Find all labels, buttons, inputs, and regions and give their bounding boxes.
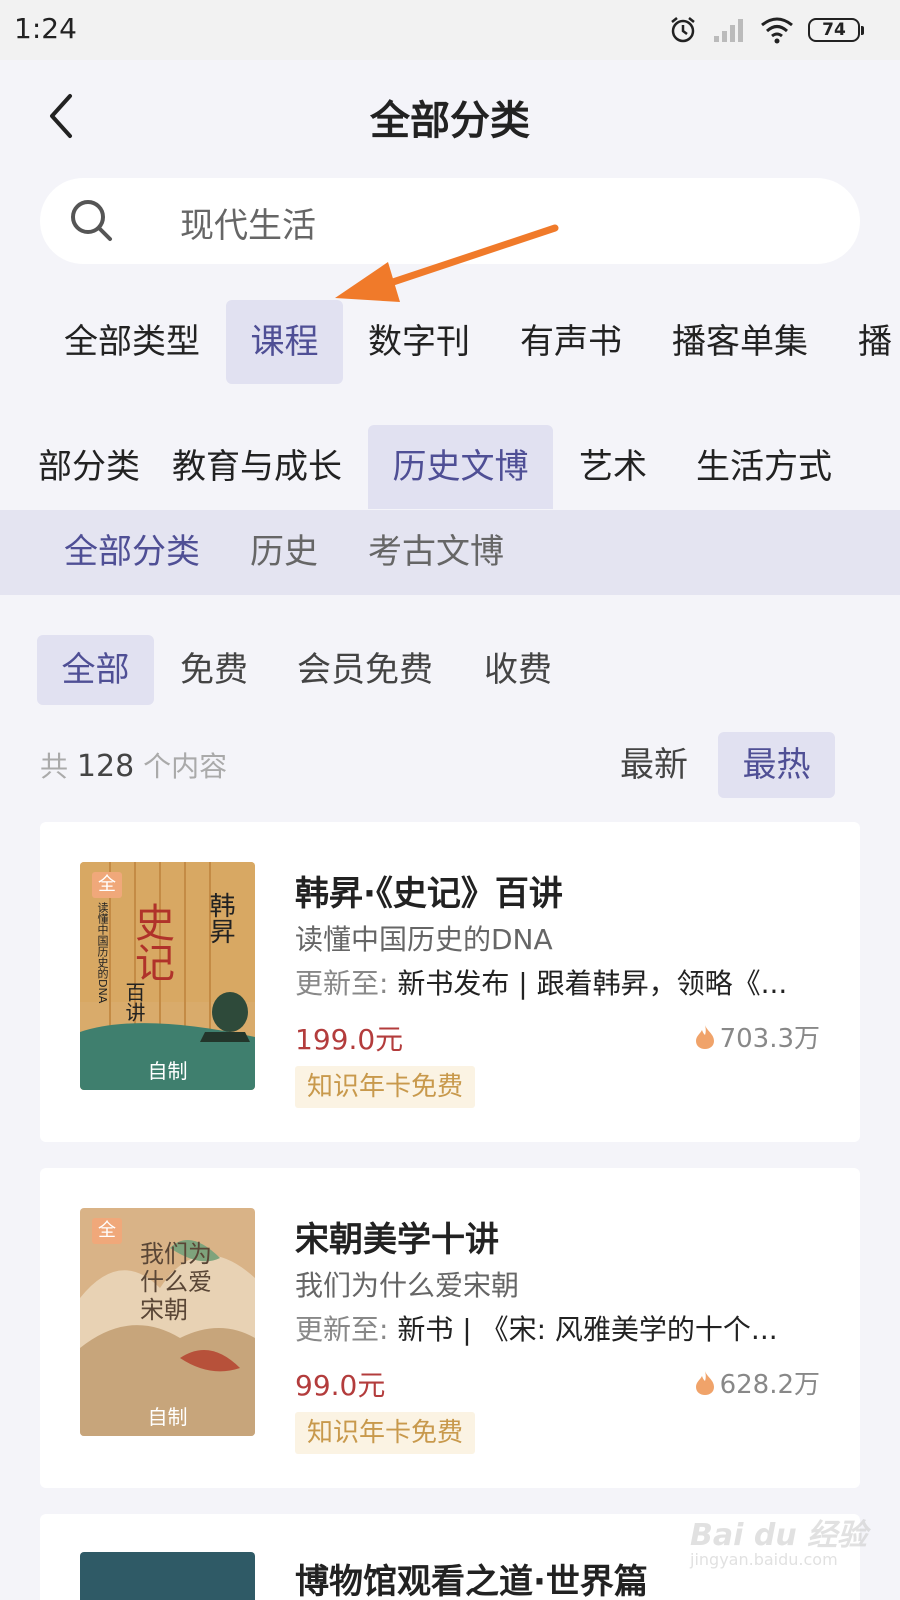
watermark-text: Bai du 经验	[690, 1518, 868, 1553]
tab-history-museum[interactable]: 历史文博	[368, 425, 553, 509]
course-update: 更新至: 新书 | 《宋: 风雅美学的十个...	[295, 1308, 815, 1348]
battery-level: 74	[822, 20, 846, 40]
header: 全部分类	[0, 60, 900, 170]
cover-title: 史记	[128, 902, 174, 982]
type-tabs: 全部类型 课程 数字刊 有声书 播客单集 播	[0, 300, 900, 386]
subcategory-tabs: 全部分类 历史 考古文博	[0, 510, 900, 595]
update-text: 新书发布 | 跟着韩昇，领略《...	[397, 967, 788, 1000]
status-time: 1:24	[14, 12, 77, 45]
tab-lifestyle[interactable]: 生活方式	[696, 425, 832, 509]
subtab-archaeology[interactable]: 考古文博	[368, 510, 504, 595]
course-title: 宋朝美学十讲	[295, 1220, 499, 1260]
annotation-arrow-icon	[335, 224, 559, 302]
course-cover: 全 我们为什么爱宋朝 自制	[80, 1208, 255, 1436]
price-filter: 全部 免费 会员免费 收费	[0, 635, 900, 705]
course-title: 韩昇·《史记》百讲	[295, 874, 563, 914]
status-icons: 74	[668, 14, 864, 46]
course-card[interactable]: 全 史记 韩昇 百讲 读懂中国历史的DNA 自制 韩昇·《史记》百讲 读懂中国历…	[40, 822, 860, 1142]
filter-paid[interactable]: 收费	[484, 635, 552, 705]
cover-art-museum	[80, 1552, 255, 1600]
sort-newest[interactable]: 最新	[620, 732, 688, 798]
wifi-icon	[761, 17, 793, 44]
category-tabs: 部分类 教育与成长 历史文博 艺术 生活方式	[0, 425, 900, 509]
cover-label: 自制	[147, 1405, 188, 1429]
course-subtitle: 读懂中国历史的DNA	[295, 923, 553, 956]
alarm-icon	[671, 17, 695, 43]
update-text: 新书 | 《宋: 风雅美学的十个...	[397, 1313, 778, 1346]
course-price: 99.0元	[295, 1369, 386, 1402]
course-update: 更新至: 新书发布 | 跟着韩昇，领略《...	[295, 962, 815, 1002]
tab-audiobook[interactable]: 有声书	[520, 300, 622, 384]
course-cover	[80, 1552, 255, 1600]
filter-member-free[interactable]: 会员免费	[297, 635, 433, 705]
course-card[interactable]: 全 我们为什么爱宋朝 自制 宋朝美学十讲 我们为什么爱宋朝 更新至: 新书 | …	[40, 1168, 860, 1488]
signal-icon	[714, 19, 743, 42]
course-heat: 703.3万	[694, 1018, 820, 1055]
tab-all-types[interactable]: 全部类型	[64, 300, 200, 384]
watermark: Bai du 经验 jingyan.baidu.com	[690, 1510, 870, 1570]
course-tag: 知识年卡免费	[295, 1412, 476, 1454]
battery-icon: 74	[808, 18, 864, 42]
result-count-suffix: 个内容	[143, 750, 228, 783]
search-placeholder: 现代生活	[180, 206, 316, 246]
status-bar: 1:24 74	[0, 0, 900, 60]
course-subtitle: 我们为什么爱宋朝	[295, 1269, 520, 1302]
page-title: 全部分类	[370, 98, 530, 144]
result-count-number: 128	[76, 749, 135, 784]
cover-vertical-text: 读懂中国历史的DNA	[96, 902, 109, 1004]
update-label: 更新至:	[295, 1313, 389, 1346]
heat-value: 703.3万	[719, 1024, 820, 1054]
flame-icon	[695, 1024, 714, 1049]
cover-subtitle: 百讲	[122, 982, 146, 1022]
heat-value: 628.2万	[719, 1370, 820, 1400]
sort-hottest[interactable]: 最热	[718, 732, 835, 798]
cover-badge: 全	[92, 872, 122, 898]
search-icon	[71, 200, 112, 241]
tab-education-growth[interactable]: 教育与成长	[172, 425, 342, 509]
tab-podcast-cutoff[interactable]: 播	[858, 300, 892, 384]
cover-side-text: 韩昇	[205, 892, 235, 944]
cover-badge: 全	[92, 1218, 122, 1244]
course-tag: 知识年卡免费	[295, 1066, 476, 1108]
watermark-url: jingyan.baidu.com	[690, 1550, 838, 1569]
tab-category-all-cutoff[interactable]: 部分类	[38, 425, 140, 509]
tab-art[interactable]: 艺术	[579, 425, 647, 509]
update-label: 更新至:	[295, 967, 389, 1000]
course-heat: 628.2万	[694, 1364, 820, 1401]
subtab-history[interactable]: 历史	[250, 510, 318, 595]
tab-digital-magazine[interactable]: 数字刊	[368, 300, 470, 384]
course-title: 博物馆观看之道·世界篇	[295, 1562, 648, 1600]
tab-course[interactable]: 课程	[226, 300, 343, 384]
result-count: 共 128 个内容	[40, 745, 227, 785]
filter-all[interactable]: 全部	[37, 635, 154, 705]
tab-podcast-episode[interactable]: 播客单集	[672, 300, 808, 384]
course-price: 199.0元	[295, 1023, 404, 1056]
filter-free[interactable]: 免费	[180, 635, 248, 705]
subtab-all[interactable]: 全部分类	[64, 510, 200, 595]
flame-icon	[695, 1370, 714, 1395]
course-cover: 全 史记 韩昇 百讲 读懂中国历史的DNA 自制	[80, 862, 255, 1090]
cover-title: 我们为什么爱宋朝	[140, 1240, 212, 1324]
result-count-prefix: 共	[40, 750, 69, 783]
cover-label: 自制	[147, 1059, 188, 1083]
